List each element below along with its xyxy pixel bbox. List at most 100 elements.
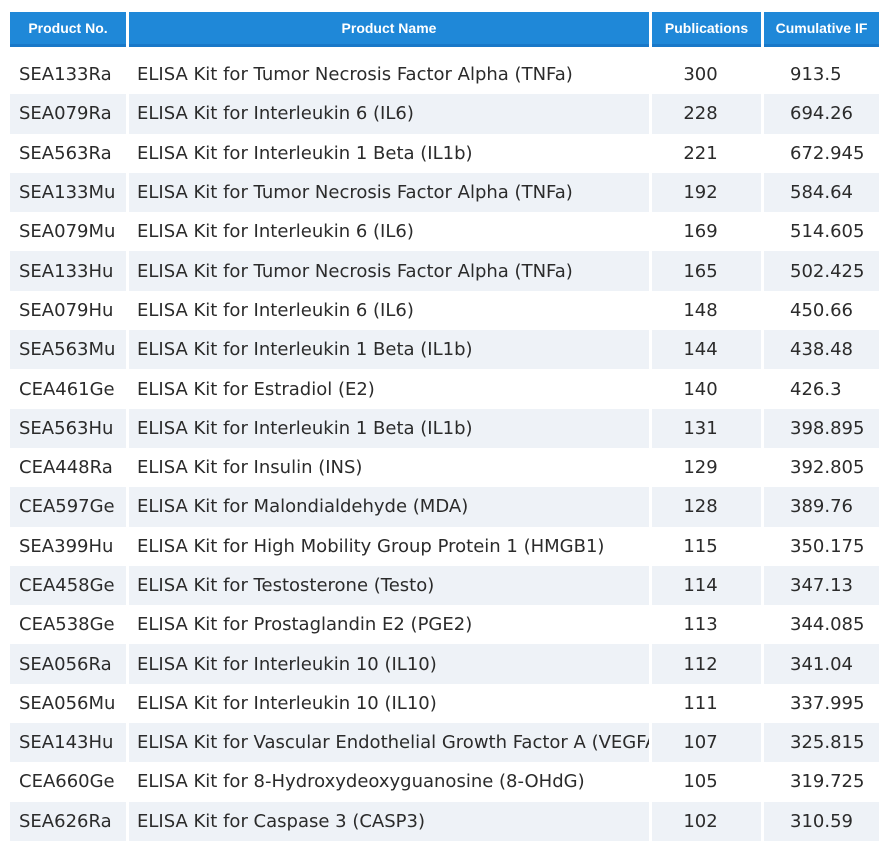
table-row: SEA079Hu ELISA Kit for Interleukin 6 (IL6… <box>10 290 879 331</box>
cell-product-no: CEA448Ra <box>10 447 126 488</box>
cell-publications: 221 <box>652 133 761 173</box>
cell-product-name: ELISA Kit for Malondialdehyde (MDA) <box>129 487 649 527</box>
cell-publications: 300 <box>652 55 761 95</box>
table-header: Product No. Product Name Publications Cu… <box>10 12 879 55</box>
table-body: SEA133Ra ELISA Kit for Tumor Necrosis Fac… <box>10 55 879 841</box>
cell-product-no: SEA133Hu <box>10 251 126 291</box>
cell-cumulative-if: 350.175 <box>764 526 879 566</box>
cell-publications: 140 <box>652 369 761 409</box>
table-row: SEA133Ra ELISA Kit for Tumor Necrosis Fac… <box>10 55 879 95</box>
cell-cumulative-if: 325.815 <box>764 723 879 763</box>
cell-product-no: SEA056Ra <box>10 644 126 684</box>
cell-product-name: ELISA Kit for High Mobility Group Protei… <box>129 526 649 566</box>
table-row: CEA461Ge ELISA Kit for Estradiol (E2) 140 4… <box>10 369 879 409</box>
products-table-container: Product No. Product Name Publications Cu… <box>10 12 879 841</box>
header-publications[interactable]: Publications <box>652 12 761 47</box>
cell-product-no: CEA660Ge <box>10 762 126 802</box>
cell-publications: 102 <box>652 801 761 841</box>
cell-product-name: ELISA Kit for Tumor Necrosis Factor Alph… <box>129 55 649 95</box>
header-product-name[interactable]: Product Name <box>129 12 649 47</box>
table-row: SEA079Ra ELISA Kit for Interleukin 6 (IL6… <box>10 94 879 134</box>
cell-product-name: ELISA Kit for Tumor Necrosis Factor Alph… <box>129 172 649 213</box>
cell-cumulative-if: 913.5 <box>764 55 879 95</box>
cell-cumulative-if: 672.945 <box>764 133 879 173</box>
cell-publications: 129 <box>652 447 761 488</box>
cell-product-no: SEA133Ra <box>10 55 126 95</box>
cell-product-no: SEA133Mu <box>10 172 126 213</box>
cell-product-name: ELISA Kit for Interleukin 10 (IL10) <box>129 683 649 724</box>
cell-product-name: ELISA Kit for Vascular Endothelial Growt… <box>129 723 649 763</box>
cell-product-name: ELISA Kit for Tumor Necrosis Factor Alph… <box>129 251 649 291</box>
cell-publications: 131 <box>652 408 761 448</box>
cell-publications: 128 <box>652 487 761 527</box>
cell-product-no: SEA626Ra <box>10 801 126 841</box>
cell-product-no: CEA461Ge <box>10 369 126 409</box>
cell-product-name: ELISA Kit for Interleukin 10 (IL10) <box>129 644 649 684</box>
cell-product-name: ELISA Kit for Insulin (INS) <box>129 447 649 488</box>
cell-publications: 113 <box>652 605 761 645</box>
cell-product-no: SEA563Mu <box>10 330 126 370</box>
cell-publications: 107 <box>652 723 761 763</box>
cell-cumulative-if: 438.48 <box>764 330 879 370</box>
header-cumulative-if[interactable]: Cumulative IF <box>764 12 879 47</box>
header-product-no[interactable]: Product No. <box>10 12 126 47</box>
table-row: SEA133Hu ELISA Kit for Tumor Necrosis Fac… <box>10 251 879 291</box>
cell-product-no: SEA079Ra <box>10 94 126 134</box>
cell-product-name: ELISA Kit for Testosterone (Testo) <box>129 565 649 606</box>
cell-cumulative-if: 450.66 <box>764 290 879 331</box>
cell-product-name: ELISA Kit for Estradiol (E2) <box>129 369 649 409</box>
cell-product-no: SEA563Hu <box>10 408 126 448</box>
cell-publications: 192 <box>652 172 761 213</box>
table-row: SEA056Ra ELISA Kit for Interleukin 10 (IL… <box>10 644 879 684</box>
table-row: CEA660Ge ELISA Kit for 8-Hydroxydeoxyguan… <box>10 762 879 802</box>
cell-product-no: SEA079Mu <box>10 212 126 252</box>
cell-product-no: CEA597Ge <box>10 487 126 527</box>
cell-cumulative-if: 344.085 <box>764 605 879 645</box>
table-row: SEA079Mu ELISA Kit for Interleukin 6 (IL6… <box>10 212 879 252</box>
cell-cumulative-if: 514.605 <box>764 212 879 252</box>
cell-cumulative-if: 584.64 <box>764 172 879 213</box>
cell-publications: 111 <box>652 683 761 724</box>
cell-product-no: SEA056Mu <box>10 683 126 724</box>
cell-product-name: ELISA Kit for Prostaglandin E2 (PGE2) <box>129 605 649 645</box>
cell-product-no: CEA458Ge <box>10 565 126 606</box>
table-row: CEA448Ra ELISA Kit for Insulin (INS) 129 39… <box>10 447 879 488</box>
table-row: SEA563Mu ELISA Kit for Interleukin 1 Beta… <box>10 330 879 370</box>
cell-product-no: SEA143Hu <box>10 723 126 763</box>
table-row: SEA563Ra ELISA Kit for Interleukin 1 Beta… <box>10 133 879 173</box>
cell-cumulative-if: 337.995 <box>764 683 879 724</box>
header-spacer <box>10 47 879 55</box>
cell-publications: 228 <box>652 94 761 134</box>
products-table: Product No. Product Name Publications Cu… <box>7 12 882 841</box>
cell-product-no: SEA079Hu <box>10 290 126 331</box>
cell-product-name: ELISA Kit for Interleukin 6 (IL6) <box>129 94 649 134</box>
cell-publications: 144 <box>652 330 761 370</box>
cell-product-name: ELISA Kit for Caspase 3 (CASP3) <box>129 801 649 841</box>
cell-cumulative-if: 502.425 <box>764 251 879 291</box>
cell-product-no: SEA563Ra <box>10 133 126 173</box>
table-row: CEA597Ge ELISA Kit for Malondialdehyde (M… <box>10 487 879 527</box>
cell-product-no: CEA538Ge <box>10 605 126 645</box>
cell-product-name: ELISA Kit for Interleukin 1 Beta (IL1b) <box>129 133 649 173</box>
cell-cumulative-if: 319.725 <box>764 762 879 802</box>
cell-product-name: ELISA Kit for Interleukin 1 Beta (IL1b) <box>129 408 649 448</box>
cell-cumulative-if: 347.13 <box>764 565 879 606</box>
table-row: SEA056Mu ELISA Kit for Interleukin 10 (IL… <box>10 683 879 724</box>
cell-publications: 112 <box>652 644 761 684</box>
table-row: SEA399Hu ELISA Kit for High Mobility Grou… <box>10 526 879 566</box>
cell-publications: 165 <box>652 251 761 291</box>
cell-cumulative-if: 389.76 <box>764 487 879 527</box>
cell-cumulative-if: 694.26 <box>764 94 879 134</box>
cell-product-name: ELISA Kit for Interleukin 6 (IL6) <box>129 212 649 252</box>
table-row: SEA143Hu ELISA Kit for Vascular Endotheli… <box>10 723 879 763</box>
cell-publications: 105 <box>652 762 761 802</box>
cell-cumulative-if: 392.805 <box>764 447 879 488</box>
cell-publications: 148 <box>652 290 761 331</box>
table-row: CEA458Ge ELISA Kit for Testosterone (Test… <box>10 565 879 606</box>
header-row: Product No. Product Name Publications Cu… <box>10 12 879 47</box>
cell-publications: 169 <box>652 212 761 252</box>
cell-publications: 114 <box>652 565 761 606</box>
cell-cumulative-if: 426.3 <box>764 369 879 409</box>
table-row: CEA538Ge ELISA Kit for Prostaglandin E2 (… <box>10 605 879 645</box>
table-row: SEA563Hu ELISA Kit for Interleukin 1 Beta… <box>10 408 879 448</box>
